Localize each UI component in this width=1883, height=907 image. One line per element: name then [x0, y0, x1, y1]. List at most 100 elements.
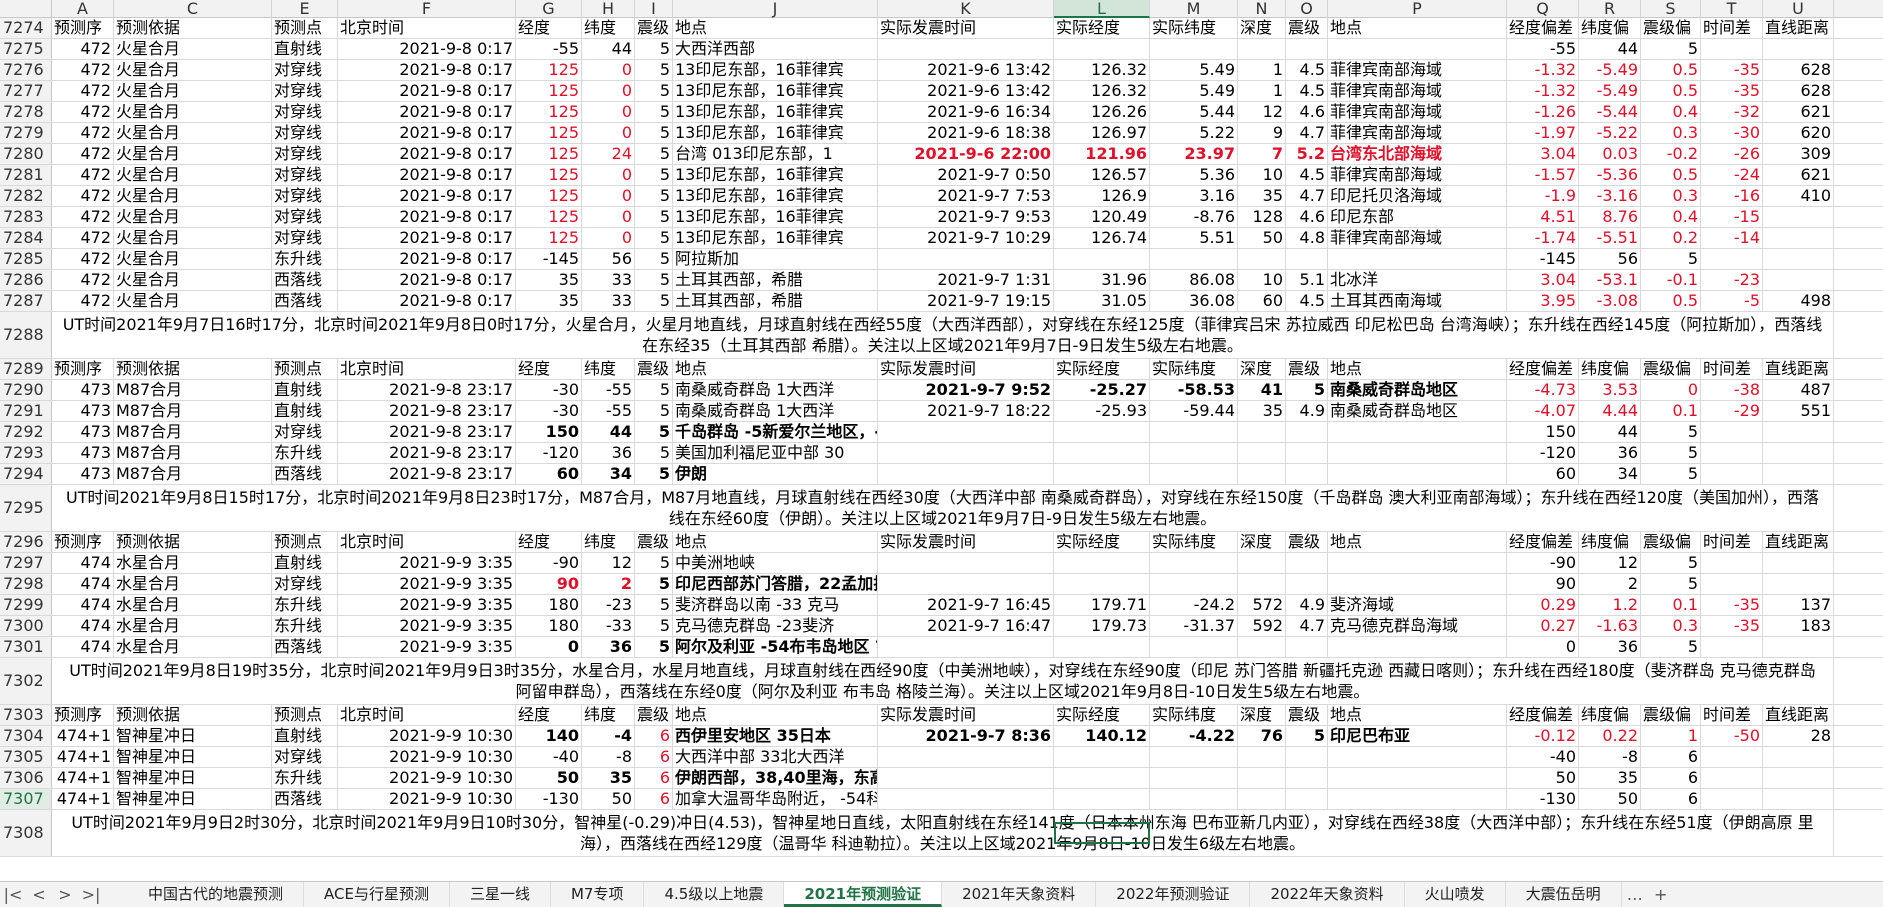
cell-l[interactable] [1054, 39, 1150, 59]
cell-n[interactable]: 10 [1238, 270, 1286, 290]
cell-n[interactable] [1238, 553, 1286, 573]
cell-j[interactable]: 斐济群岛以南 -33 克马 [673, 595, 878, 615]
cell-h[interactable]: -55 [582, 401, 635, 421]
cell-s[interactable]: 0.4 [1641, 207, 1701, 227]
cell-g[interactable]: 经度 [516, 18, 582, 38]
cell-h[interactable]: 44 [582, 39, 635, 59]
cell-m[interactable]: -8.76 [1150, 207, 1238, 227]
cell-i[interactable]: 5 [635, 186, 673, 206]
add-sheet-icon[interactable]: + [1648, 885, 1674, 904]
cell-r[interactable]: 纬度偏 [1579, 18, 1641, 38]
sheet-tab[interactable]: 2022年预测验证 [1096, 882, 1251, 907]
cell-p[interactable] [1328, 637, 1507, 657]
cell-u[interactable]: 628 [1763, 81, 1834, 101]
cell-p[interactable] [1328, 747, 1507, 767]
cell-o[interactable] [1286, 553, 1328, 573]
cell-l[interactable]: 126.97 [1054, 123, 1150, 143]
cell-o[interactable] [1286, 39, 1328, 59]
cell-j[interactable]: 美国加利福尼亚中部 30 [673, 443, 878, 463]
cell-k[interactable]: 2021-9-7 10:29 [878, 228, 1054, 248]
cell-l[interactable]: 实际经度 [1054, 18, 1150, 38]
cell-u[interactable] [1763, 443, 1834, 463]
cell-p[interactable] [1328, 553, 1507, 573]
cell-p[interactable] [1328, 789, 1507, 809]
cell-p[interactable]: 菲律宾南部海域 [1328, 60, 1507, 80]
row-number[interactable]: 7299 [0, 595, 52, 615]
cell-i[interactable]: 5 [635, 637, 673, 657]
cell-c[interactable]: 预测依据 [114, 18, 272, 38]
column-header-l[interactable]: L [1054, 0, 1150, 18]
cell-g[interactable]: 180 [516, 616, 582, 636]
cell-t[interactable]: -16 [1701, 186, 1763, 206]
cell-f[interactable]: 2021-9-9 10:30 [338, 747, 516, 767]
cell-f[interactable]: 北京时间 [338, 705, 516, 725]
cell-l[interactable]: 126.57 [1054, 165, 1150, 185]
cell-s[interactable]: 0.5 [1641, 81, 1701, 101]
cell-q[interactable]: -1.26 [1507, 102, 1579, 122]
cell-f[interactable]: 2021-9-8 23:17 [338, 464, 516, 484]
cell-m[interactable]: 3.16 [1150, 186, 1238, 206]
cell-q[interactable]: -130 [1507, 789, 1579, 809]
cell-u[interactable] [1763, 464, 1834, 484]
cell-a[interactable]: 472 [52, 291, 114, 311]
cell-c[interactable]: 智神星冲日 [114, 726, 272, 746]
sheet-tab[interactable]: 4.5级以上地震 [644, 882, 785, 907]
cell-q[interactable]: -120 [1507, 443, 1579, 463]
cell-s[interactable]: 0.1 [1641, 401, 1701, 421]
cell-n[interactable]: 深度 [1238, 359, 1286, 379]
cell-o[interactable]: 4.6 [1286, 102, 1328, 122]
cell-p[interactable]: 菲律宾南部海域 [1328, 123, 1507, 143]
cell-q[interactable]: 经度偏差 [1507, 359, 1579, 379]
cell-q[interactable]: 150 [1507, 422, 1579, 442]
cell-f[interactable]: 2021-9-8 0:17 [338, 165, 516, 185]
cell-g[interactable]: -130 [516, 789, 582, 809]
cell-c[interactable]: 火星合月 [114, 144, 272, 164]
cell-h[interactable]: -4 [582, 726, 635, 746]
row-number[interactable]: 7278 [0, 102, 52, 122]
cell-a[interactable]: 474 [52, 574, 114, 594]
cell-f[interactable]: 2021-9-9 3:35 [338, 553, 516, 573]
cell-a[interactable]: 474+1 [52, 726, 114, 746]
row-number[interactable]: 7276 [0, 60, 52, 80]
cell-j[interactable]: 大西洋西部 [673, 39, 878, 59]
cell-e[interactable]: 对穿线 [272, 144, 338, 164]
row-number[interactable]: 7280 [0, 144, 52, 164]
cell-r[interactable]: -1.63 [1579, 616, 1641, 636]
row-number[interactable]: 7295 [0, 485, 52, 531]
cell-g[interactable]: 125 [516, 207, 582, 227]
cell-j[interactable]: 地点 [673, 705, 878, 725]
cell-r[interactable]: -5.49 [1579, 60, 1641, 80]
cell-p[interactable]: 菲律宾南部海域 [1328, 81, 1507, 101]
cell-h[interactable]: 纬度 [582, 18, 635, 38]
cell-a[interactable]: 474+1 [52, 789, 114, 809]
cell-h[interactable]: 24 [582, 144, 635, 164]
cell-a[interactable]: 474+1 [52, 768, 114, 788]
cell-a[interactable]: 472 [52, 165, 114, 185]
cell-q[interactable]: -145 [1507, 249, 1579, 269]
cell-c[interactable]: 预测依据 [114, 532, 272, 552]
cell-j[interactable]: 伊朗西部，38,40里海，东高加索 [673, 768, 878, 788]
cell-g[interactable]: 125 [516, 228, 582, 248]
cell-a[interactable]: 473 [52, 464, 114, 484]
cell-g[interactable]: 125 [516, 123, 582, 143]
column-header-r[interactable]: R [1579, 0, 1641, 18]
cell-s[interactable]: 6 [1641, 789, 1701, 809]
cell-u[interactable]: 620 [1763, 123, 1834, 143]
cell-t[interactable] [1701, 553, 1763, 573]
cell-o[interactable] [1286, 574, 1328, 594]
cell-r[interactable]: -5.49 [1579, 81, 1641, 101]
cell-h[interactable]: 0 [582, 186, 635, 206]
cell-e[interactable]: 对穿线 [272, 165, 338, 185]
cell-l[interactable]: 31.05 [1054, 291, 1150, 311]
cell-i[interactable]: 5 [635, 443, 673, 463]
row-number[interactable]: 7281 [0, 165, 52, 185]
cell-p[interactable]: 菲律宾南部海域 [1328, 228, 1507, 248]
cell-u[interactable]: 28 [1763, 726, 1834, 746]
cell-n[interactable]: 1 [1238, 81, 1286, 101]
cell-s[interactable]: 0.3 [1641, 616, 1701, 636]
cell-k[interactable]: 2021-9-7 0:50 [878, 165, 1054, 185]
cell-t[interactable] [1701, 637, 1763, 657]
cell-p[interactable]: 南桑威奇群岛地区 [1328, 380, 1507, 400]
cell-m[interactable] [1150, 39, 1238, 59]
cell-r[interactable]: 纬度偏 [1579, 532, 1641, 552]
